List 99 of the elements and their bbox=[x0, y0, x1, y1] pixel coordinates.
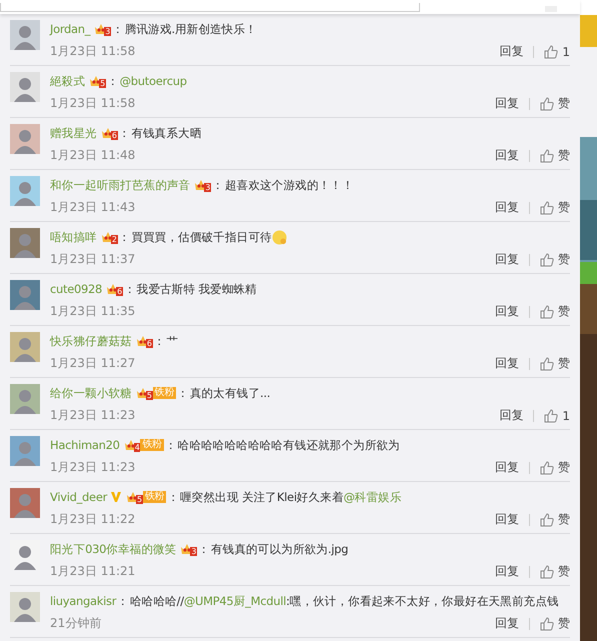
colon-text: ： bbox=[112, 22, 124, 36]
like-button[interactable]: 赞 bbox=[540, 251, 570, 268]
reply-link[interactable]: 回复 bbox=[495, 251, 519, 268]
like-button[interactable]: 赞 bbox=[540, 615, 570, 632]
avatar[interactable] bbox=[10, 124, 40, 154]
level-badge: 3 bbox=[104, 26, 112, 36]
reply-link[interactable]: 回复 bbox=[495, 147, 519, 164]
colon-text: ： bbox=[154, 334, 166, 348]
level-badge: 4 bbox=[134, 442, 140, 452]
avatar[interactable] bbox=[10, 20, 40, 50]
timestamp: 1月23日 11:23 bbox=[50, 407, 136, 424]
timestamp: 1月23日 11:21 bbox=[50, 563, 136, 580]
colon-text: ： bbox=[118, 126, 130, 140]
comment-text: 有钱真的可以为所欲为.jpg bbox=[210, 542, 348, 556]
colon-text: ： bbox=[167, 490, 179, 504]
avatar[interactable] bbox=[10, 228, 40, 258]
comment-text: :嘿，伙计，你看起来不太好，你最好在天黑前充点钱 bbox=[286, 594, 559, 608]
level-badge: 5 bbox=[99, 78, 106, 88]
like-button[interactable]: 赞 bbox=[540, 147, 570, 164]
colon-text: ： bbox=[164, 438, 177, 452]
colon-text: ： bbox=[117, 594, 129, 608]
comment-text: 哈哈哈哈哈哈哈哈哈有钱还就那个为所欲为 bbox=[178, 438, 400, 452]
reply-link[interactable]: 回复 bbox=[495, 459, 519, 476]
colon-text: ： bbox=[118, 230, 130, 244]
like-button[interactable]: 赞 bbox=[540, 303, 570, 320]
fan-tag: 铁粉 bbox=[140, 439, 164, 451]
comment-text: 真的太有钱了... bbox=[190, 386, 270, 400]
like-button[interactable]: 赞 bbox=[540, 199, 570, 216]
timestamp: 1月23日 11:22 bbox=[50, 511, 136, 528]
comment-text: 我爱古斯特 我爱蜘蛛精 bbox=[136, 282, 257, 296]
avatar[interactable] bbox=[10, 280, 40, 310]
timestamp: 1月23日 11:35 bbox=[50, 303, 136, 320]
colon-text: ： bbox=[124, 282, 136, 296]
thumbs-up-icon bbox=[544, 408, 558, 422]
comment-text: 喱突然出现 关注了Klei好久来着 bbox=[180, 490, 344, 504]
comment-text: 有钱真系大晒 bbox=[131, 126, 202, 140]
reply-link[interactable]: 回复 bbox=[495, 199, 519, 216]
thumbs-up-icon bbox=[544, 44, 558, 58]
reply-link[interactable]: 回复 bbox=[495, 511, 519, 528]
comment-text: 腾讯游戏.用新创造快乐！ bbox=[124, 22, 257, 36]
colon-text: ： bbox=[106, 74, 119, 88]
thumbs-up-icon bbox=[540, 564, 554, 578]
reply-link[interactable]: 回复 bbox=[495, 355, 519, 372]
reply-link[interactable]: 回复 bbox=[499, 43, 524, 60]
like-button[interactable]: 赞 bbox=[540, 511, 570, 528]
timestamp: 1月23日 11:43 bbox=[50, 199, 136, 216]
thumbs-up-icon bbox=[540, 616, 554, 630]
timestamp: 1月23日 11:48 bbox=[50, 147, 136, 164]
thumbs-up-icon bbox=[540, 356, 554, 370]
like-button[interactable]: 1 bbox=[544, 408, 570, 422]
reply-link[interactable]: 回复 bbox=[495, 563, 519, 580]
like-button[interactable]: 赞 bbox=[540, 459, 570, 476]
level-badge: 3 bbox=[204, 182, 212, 192]
avatar[interactable] bbox=[10, 436, 40, 466]
avatar[interactable] bbox=[10, 384, 40, 414]
level-badge: 6 bbox=[110, 130, 118, 140]
comment-text: 買買買，估價破千指日可待 bbox=[131, 230, 272, 244]
timestamp: 21分钟前 bbox=[50, 615, 102, 632]
level-badge: 6 bbox=[146, 338, 153, 348]
reply-link[interactable]: 回复 bbox=[495, 303, 519, 320]
level-badge: 6 bbox=[116, 286, 123, 296]
emoji-icon bbox=[272, 230, 287, 244]
reply-link[interactable]: 回复 bbox=[495, 615, 519, 632]
timestamp: 1月23日 11:58 bbox=[50, 43, 136, 60]
avatar[interactable] bbox=[10, 332, 40, 362]
thumbs-up-icon bbox=[540, 200, 554, 214]
colon-text: ： bbox=[177, 386, 189, 400]
like-button[interactable]: 1 bbox=[544, 44, 570, 58]
thumbs-up-icon bbox=[540, 512, 554, 526]
comment-text: 哈哈哈哈// bbox=[130, 594, 184, 608]
thumbs-up-icon bbox=[540, 460, 554, 474]
comment-text: 超喜欢这个游戏的！！！ bbox=[224, 178, 354, 192]
thumbs-up-icon bbox=[540, 148, 554, 162]
thumbs-up-icon bbox=[540, 96, 554, 110]
like-button[interactable]: 赞 bbox=[540, 95, 570, 112]
avatar[interactable] bbox=[10, 592, 40, 622]
timestamp: 1月23日 11:23 bbox=[50, 459, 136, 476]
colon-text: ： bbox=[198, 542, 210, 556]
reply-link[interactable]: 回复 bbox=[499, 407, 524, 424]
fan-tag: 铁粉 bbox=[152, 387, 176, 399]
like-button[interactable]: 赞 bbox=[540, 355, 570, 372]
reply-link[interactable]: 回复 bbox=[495, 95, 519, 112]
comment-text: 艹 bbox=[166, 334, 178, 348]
timestamp: 1月23日 11:37 bbox=[50, 251, 136, 268]
level-badge: 5 bbox=[146, 390, 153, 400]
timestamp: 1月23日 11:58 bbox=[50, 95, 136, 112]
thumbs-up-icon bbox=[540, 252, 554, 266]
avatar[interactable] bbox=[10, 176, 40, 206]
level-badge: 3 bbox=[190, 546, 198, 556]
level-badge: 2 bbox=[110, 234, 118, 244]
colon-text: ： bbox=[212, 178, 224, 192]
timestamp: 1月23日 11:27 bbox=[50, 355, 136, 372]
level-badge: 5 bbox=[136, 494, 143, 504]
like-button[interactable]: 赞 bbox=[540, 563, 570, 580]
thumbs-up-icon bbox=[540, 304, 554, 318]
fan-tag: 铁粉 bbox=[142, 491, 166, 503]
input-field[interactable] bbox=[0, 3, 420, 12]
avatar[interactable] bbox=[10, 72, 40, 102]
avatar[interactable] bbox=[10, 488, 40, 518]
